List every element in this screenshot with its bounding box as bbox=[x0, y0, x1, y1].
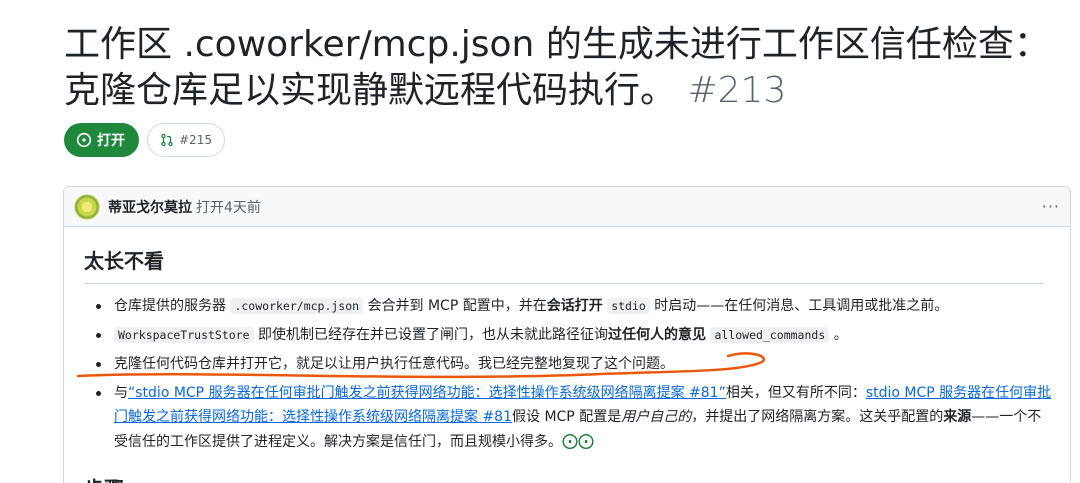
inline-code: WorkspaceTrustStore bbox=[114, 327, 254, 343]
bold-text: 过任何人的意见 bbox=[608, 327, 707, 343]
bold-text: 来源 bbox=[943, 409, 972, 425]
state-label: 打开 bbox=[97, 133, 125, 149]
bullet-text: ，并提出了网络隔离方案。这关乎配置的 bbox=[691, 409, 944, 425]
emoji-icon: ⨀⨀ bbox=[562, 431, 594, 450]
bullet-text: 即使机制已经存在并已设置了闸门，也从未就此路径征询 bbox=[253, 327, 609, 343]
emphasis-text: 用户自己的 bbox=[621, 409, 692, 425]
inline-code: stdio bbox=[607, 298, 650, 314]
pull-request-icon bbox=[161, 133, 173, 147]
tldr-list: 仓库提供的服务器 .coworker/mcp.json 会合并到 MCP 配置中… bbox=[84, 294, 1051, 454]
comment-body: 太长不看 仓库提供的服务器 .coworker/mcp.json 会合并到 MC… bbox=[64, 245, 1070, 454]
tldr-heading: 太长不看 bbox=[84, 245, 1044, 284]
issue-link-quoted[interactable]: “stdio MCP 服务器在任何审批门触发之前获得网络功能：选择性操作系统级网… bbox=[128, 385, 726, 401]
bullet-text: 相关，但又有所不同： bbox=[725, 385, 866, 401]
open-state-badge: 打开 bbox=[64, 123, 139, 157]
bullet-text: 假设 MCP 配置是 bbox=[512, 409, 622, 425]
issue-comment: 蒂亚戈尔莫拉 打开4天前 ··· 太长不看 仓库提供的服务器 .coworker… bbox=[63, 186, 1071, 483]
list-item: WorkspaceTrustStore 即使机制已经存在并已设置了闸门，也从未就… bbox=[84, 323, 1054, 347]
issue-title: 工作区 .coworker/mcp.json 的生成未进行工作区信任检查：克隆仓… bbox=[64, 22, 1054, 114]
comment-author[interactable]: 蒂亚戈尔莫拉 bbox=[108, 197, 192, 217]
list-item: 与“stdio MCP 服务器在任何审批门触发之前获得网络功能：选择性操作系统级… bbox=[84, 381, 1054, 454]
bullet-text: 仓库提供的服务器 bbox=[114, 298, 231, 314]
bullet-text: 克隆任何代码仓库并打开它，就足以让用户执行任意代码。我已经完整地复现了这个问题。 bbox=[114, 356, 674, 372]
linked-pr-link[interactable]: #215 bbox=[147, 123, 225, 157]
issue-opened-icon bbox=[76, 132, 92, 148]
bullet-text: 。 bbox=[829, 327, 848, 343]
linked-pr-number: #215 bbox=[179, 133, 212, 147]
comment-header: 蒂亚戈尔莫拉 打开4天前 ··· bbox=[64, 187, 1070, 227]
inline-code: allowed_commands bbox=[710, 327, 830, 343]
bullet-text: 时启动——在任何消息、工具调用或批准之前。 bbox=[649, 298, 949, 314]
issue-state-row: 打开 #215 bbox=[64, 123, 225, 157]
list-item: 仓库提供的服务器 .coworker/mcp.json 会合并到 MCP 配置中… bbox=[84, 294, 1054, 318]
kebab-menu-icon[interactable]: ··· bbox=[1042, 197, 1060, 216]
issue-title-text: 工作区 .coworker/mcp.json 的生成未进行工作区信任检查：克隆仓… bbox=[64, 24, 1050, 111]
list-item: 克隆任何代码仓库并打开它，就足以让用户执行任意代码。我已经完整地复现了这个问题。 bbox=[84, 352, 1054, 376]
next-section-heading: 步骤 bbox=[84, 473, 124, 483]
issue-number: #213 bbox=[687, 70, 787, 111]
bold-text: 会话打开 bbox=[546, 298, 603, 314]
avatar[interactable] bbox=[74, 193, 100, 220]
comment-opened-time: 打开4天前 bbox=[196, 199, 261, 216]
inline-code: .coworker/mcp.json bbox=[230, 298, 364, 314]
bullet-text: 会合并到 MCP 配置中，并在 bbox=[363, 298, 547, 314]
bullet-text: 与 bbox=[114, 385, 128, 401]
